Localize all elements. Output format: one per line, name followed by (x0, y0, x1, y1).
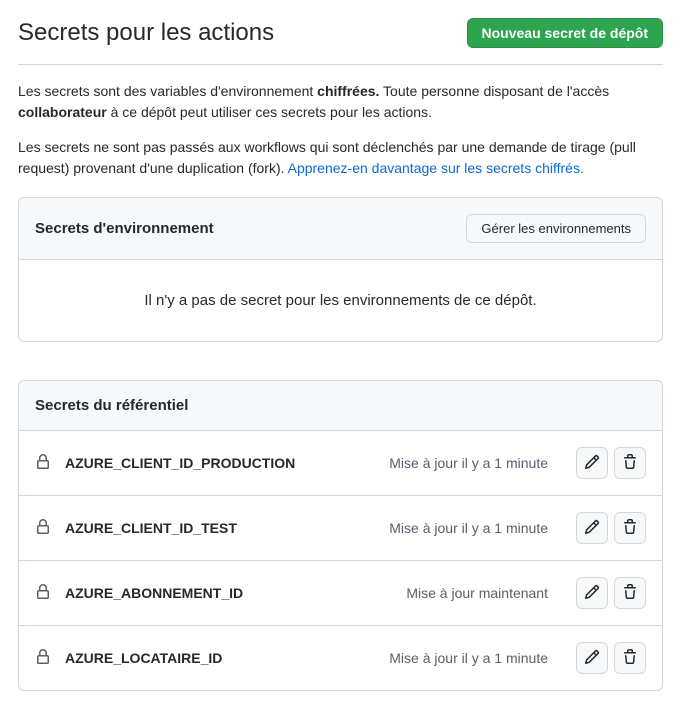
lock-icon (35, 454, 51, 473)
intro-text-part: Toute personne disposant de l'accès (379, 83, 609, 99)
learn-more-link[interactable]: Apprenez-en davantage sur les secrets ch… (288, 160, 584, 176)
secret-name: AZURE_CLIENT_ID_TEST (65, 520, 237, 536)
secret-updated: Mise à jour il y a 1 minute (389, 455, 548, 471)
secret-updated: Mise à jour il y a 1 minute (389, 650, 548, 666)
intro-text: Les secrets sont des variables d'environ… (18, 81, 663, 179)
pencil-icon (584, 454, 600, 473)
edit-secret-button[interactable] (576, 447, 608, 479)
intro-bold-collaborator: collaborateur (18, 104, 107, 120)
edit-secret-button[interactable] (576, 642, 608, 674)
secret-row: AZURE_CLIENT_ID_TEST Mise à jour il y a … (19, 496, 662, 561)
pencil-icon (584, 519, 600, 538)
page-title: Secrets pour les actions (18, 19, 274, 47)
intro-bold-encrypted: chiffrées. (317, 83, 379, 99)
secret-name: AZURE_ABONNEMENT_ID (65, 585, 243, 601)
lock-icon (35, 519, 51, 538)
edit-secret-button[interactable] (576, 577, 608, 609)
trash-icon (622, 519, 638, 538)
intro-text-part: Les secrets sont des variables d'environ… (18, 83, 317, 99)
intro-text-part: à ce dépôt peut utiliser ces secrets pou… (107, 104, 432, 120)
delete-secret-button[interactable] (614, 577, 646, 609)
trash-icon (622, 649, 638, 668)
delete-secret-button[interactable] (614, 447, 646, 479)
lock-icon (35, 649, 51, 668)
secret-updated: Mise à jour il y a 1 minute (389, 520, 548, 536)
repo-secrets-panel: Secrets du référentiel AZURE_CLIENT_ID_P… (18, 380, 663, 691)
new-repo-secret-button[interactable]: Nouveau secret de dépôt (467, 18, 664, 48)
secret-row: AZURE_CLIENT_ID_PRODUCTION Mise à jour i… (19, 431, 662, 496)
secret-row: AZURE_ABONNEMENT_ID Mise à jour maintena… (19, 561, 662, 626)
manage-environments-button[interactable]: Gérer les environnements (466, 214, 646, 243)
env-secrets-title: Secrets d'environnement (35, 220, 214, 237)
delete-secret-button[interactable] (614, 642, 646, 674)
trash-icon (622, 584, 638, 603)
repo-secrets-title: Secrets du référentiel (35, 397, 188, 414)
secret-updated: Mise à jour maintenant (406, 585, 548, 601)
env-secrets-empty-message: Il n'y a pas de secret pour les environn… (19, 260, 662, 341)
secret-name: AZURE_CLIENT_ID_PRODUCTION (65, 455, 295, 471)
env-secrets-panel: Secrets d'environnement Gérer les enviro… (18, 197, 663, 342)
secret-row: AZURE_LOCATAIRE_ID Mise à jour il y a 1 … (19, 626, 662, 690)
pencil-icon (584, 649, 600, 668)
pencil-icon (584, 584, 600, 603)
delete-secret-button[interactable] (614, 512, 646, 544)
edit-secret-button[interactable] (576, 512, 608, 544)
trash-icon (622, 454, 638, 473)
secret-name: AZURE_LOCATAIRE_ID (65, 650, 222, 666)
lock-icon (35, 584, 51, 603)
